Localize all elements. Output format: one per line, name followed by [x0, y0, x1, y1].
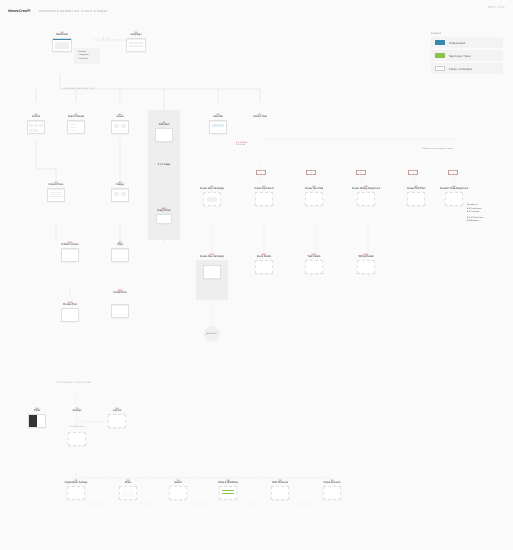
- node-writing-details: 6.4.1Writing Details: [348, 254, 384, 274]
- mini-tag-5: [448, 170, 458, 175]
- mini-tag-1: [256, 170, 266, 175]
- legend-title: Legend: [431, 32, 503, 35]
- doc-date: SEPT 2016: [488, 6, 505, 9]
- node-social-list: [106, 304, 134, 318]
- node-social-accounts: 7.6Social Accounts: [314, 480, 350, 500]
- node-create-campaign: 6.1Create New Campaign: [196, 186, 228, 206]
- legend-sept-hypo: Sept Hypo / Spec: [431, 50, 503, 61]
- node-search2: 7.3Search: [164, 480, 192, 500]
- node-dragdrop: 4.2.1Drag & Drop: [150, 208, 178, 224]
- node-logout: 8.0Log Out: [104, 408, 130, 428]
- decides-list: Decides to: 6.0 Dashboard 6.1 Calendar 6…: [467, 204, 503, 224]
- node-create-writing: 6.4Create Writing Assignment: [348, 186, 384, 206]
- custom-subs: 5.1.1 Week5.1.2 List: [236, 142, 247, 146]
- node-create-task: 6.3Create New Task: [298, 186, 330, 206]
- node-campaign-detail: 6.1.1Create New Campaign: [196, 254, 228, 279]
- mini-tag-3: [356, 170, 366, 175]
- thumb-campaign: [126, 38, 146, 52]
- mini-tag-4: [408, 170, 418, 175]
- legend-future: Future / Unfunded: [431, 63, 503, 74]
- small-note: Calendar view can expand to show...: [416, 148, 460, 150]
- section-sidebar-nav: SIDEBAR NAVIGATION: [62, 88, 94, 90]
- sitemap-canvas: Legend Implemented Sept Hypo / Spec Futu…: [0, 14, 513, 550]
- node-task-details: 6.3.1Task Details: [298, 254, 330, 274]
- node-preview-post: 3.2.2Preview Post: [54, 302, 86, 322]
- node-campaign: 2.0 Campaign: [120, 32, 152, 52]
- node-content: 3.0Content: [22, 114, 50, 134]
- node-event-details: 6.2.1Event Details: [248, 254, 280, 274]
- node-calendar: 5.0Calendar: [204, 114, 232, 134]
- node-custom-view: 5.1Custom View: [246, 114, 274, 120]
- dashboard-notes: Includes: • Snapshot • Overview: [74, 48, 100, 64]
- node-create-pitch: 6.5Create Pitch/Plan: [400, 186, 432, 206]
- thumb-dashboard: [52, 38, 72, 52]
- node-assets: 4.0Assets: [106, 114, 134, 134]
- node-settings: 7.0SettingsParallel Site Exists: [62, 408, 92, 446]
- node-share: 7.2Share: [114, 480, 142, 500]
- mini-tag-2: [306, 170, 316, 175]
- node-video: 4.3Video: [106, 242, 134, 262]
- node-freeform: 6.6Freeform Task Assignment: [436, 186, 472, 206]
- node-content-piece: 3.2Content Piece: [42, 182, 70, 202]
- node-public: 0.0Public: [24, 408, 50, 428]
- legend-implemented: Implemented: [431, 37, 503, 48]
- node-cms-channels: 7.5CMS Channels: [264, 480, 296, 500]
- node-create-event: 6.2Create New Event: [248, 186, 280, 206]
- node-org-settings: 7.1Organization Settings: [56, 480, 96, 500]
- node-images: 4.2Images: [106, 182, 134, 202]
- section-secondary: SECONDARY PERSONAS: [56, 382, 92, 384]
- node-tasks-workflows: 7.4Tasks & Workflows: [210, 480, 246, 500]
- doc-header: NewsCred® CORPORATE MARKETING CLOUD SITE…: [0, 0, 513, 14]
- doc-subtitle: CORPORATE MARKETING CLOUD SITEMAP: [39, 10, 108, 13]
- logo: NewsCred®: [8, 8, 31, 13]
- node-add-asset: 4.1Add Asset: [150, 122, 178, 142]
- node-search-results: 3.1Search Results: [60, 114, 92, 134]
- node-add-more: Add More?: [204, 326, 220, 342]
- node-add-asset-image: 4.1.1 Image: [150, 164, 178, 168]
- node-publish-content: 3.2.1Publish Content: [54, 242, 86, 262]
- connector-label-1-2: 1 → 2: [103, 38, 109, 40]
- connector-lines: [0, 14, 513, 550]
- node-social-posts: 3.2.3Social Posts: [106, 290, 134, 296]
- legend-panel: Legend Implemented Sept Hypo / Spec Futu…: [431, 32, 503, 76]
